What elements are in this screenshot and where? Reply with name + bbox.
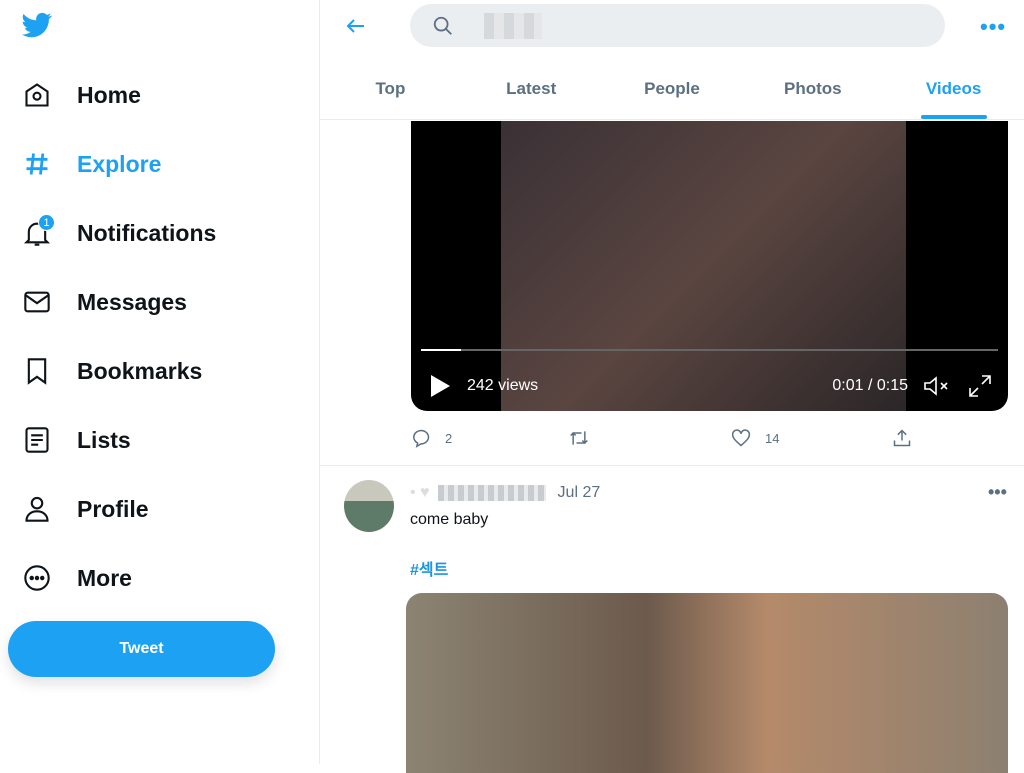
sidebar-item-label: Profile	[77, 495, 149, 522]
home-icon	[22, 80, 52, 110]
search-query-redacted	[484, 12, 542, 39]
sidebar-item-explore[interactable]: Explore	[22, 144, 161, 184]
retweet-button[interactable]	[568, 428, 604, 448]
main-column: ••• Top Latest People Photos Videos 242 …	[320, 0, 1024, 773]
tweet-divider	[320, 465, 1024, 466]
more-options-button[interactable]: •••	[980, 14, 1006, 40]
like-button[interactable]: 14	[731, 428, 779, 448]
envelope-icon	[22, 287, 52, 317]
fullscreen-icon[interactable]	[968, 374, 992, 398]
sidebar-item-profile[interactable]: Profile	[22, 489, 149, 529]
reply-icon	[413, 429, 430, 448]
video-progress-bar[interactable]	[421, 349, 998, 351]
tweet-date[interactable]: Jul 27	[558, 484, 601, 502]
hashtag-icon	[22, 149, 52, 179]
video-thumbnail	[501, 121, 906, 411]
video-player[interactable]: 242 views 0:01 / 0:15	[411, 121, 1008, 411]
tweet-more-button[interactable]: •••	[988, 482, 1007, 503]
twitter-logo-icon[interactable]	[20, 10, 54, 40]
bell-icon: 1	[22, 214, 55, 248]
muted-speaker-icon[interactable]	[922, 374, 952, 398]
sidebar-item-more[interactable]: More	[22, 558, 132, 598]
share-icon	[893, 429, 911, 447]
sidebar-item-messages[interactable]: Messages	[22, 282, 187, 322]
sidebar-item-label: Messages	[77, 288, 187, 315]
tab-top[interactable]: Top	[320, 64, 461, 119]
avatar[interactable]	[344, 480, 394, 532]
tweet-header: • ♥ Jul 27	[410, 484, 600, 502]
search-tabs: Top Latest People Photos Videos	[320, 64, 1024, 120]
sidebar: Home Explore 1 Notifications Messages Bo…	[0, 0, 320, 764]
share-button[interactable]	[891, 428, 927, 448]
search-icon	[433, 16, 452, 35]
search-input[interactable]	[410, 4, 945, 47]
sidebar-item-label: More	[77, 564, 132, 591]
bookmark-icon	[22, 356, 52, 386]
sidebar-item-home[interactable]: Home	[22, 75, 141, 115]
like-count: 14	[765, 430, 780, 446]
tweet-button[interactable]: Tweet	[8, 621, 275, 677]
sidebar-item-label: Notifications	[77, 219, 217, 246]
back-arrow-icon[interactable]	[344, 14, 368, 38]
heart-emoji-icon: • ♥	[410, 484, 430, 501]
tab-people[interactable]: People	[602, 64, 743, 119]
video-thumbnail[interactable]	[406, 593, 1008, 773]
sidebar-item-notifications[interactable]: 1 Notifications	[22, 213, 216, 253]
tab-photos[interactable]: Photos	[742, 64, 883, 119]
sidebar-item-label: Home	[77, 81, 141, 108]
hashtag-link[interactable]: #섹트	[410, 556, 448, 580]
retweet-icon	[570, 431, 588, 445]
tweet-text: come baby	[410, 511, 489, 528]
video-time: 0:01 / 0:15	[832, 377, 908, 394]
tweet-actions: 2 14	[411, 428, 931, 452]
sidebar-item-label: Bookmarks	[77, 357, 203, 384]
tab-videos[interactable]: Videos	[883, 64, 1024, 119]
sidebar-item-label: Explore	[77, 150, 162, 177]
tab-latest[interactable]: Latest	[461, 64, 602, 119]
view-count: 242 views	[467, 377, 539, 394]
sidebar-item-lists[interactable]: Lists	[22, 420, 131, 460]
heart-icon	[731, 429, 751, 447]
person-icon	[22, 494, 52, 524]
display-name-redacted[interactable]	[437, 485, 546, 501]
notification-badge: 1	[38, 214, 55, 231]
play-icon[interactable]	[429, 374, 451, 398]
list-icon	[22, 425, 52, 455]
reply-button[interactable]: 2	[411, 428, 452, 448]
sidebar-item-bookmarks[interactable]: Bookmarks	[22, 351, 202, 391]
reply-count: 2	[445, 430, 453, 446]
video-controls: 242 views 0:01 / 0:15	[411, 371, 1008, 401]
sidebar-item-label: Lists	[77, 426, 131, 453]
more-circle-icon	[22, 563, 52, 593]
